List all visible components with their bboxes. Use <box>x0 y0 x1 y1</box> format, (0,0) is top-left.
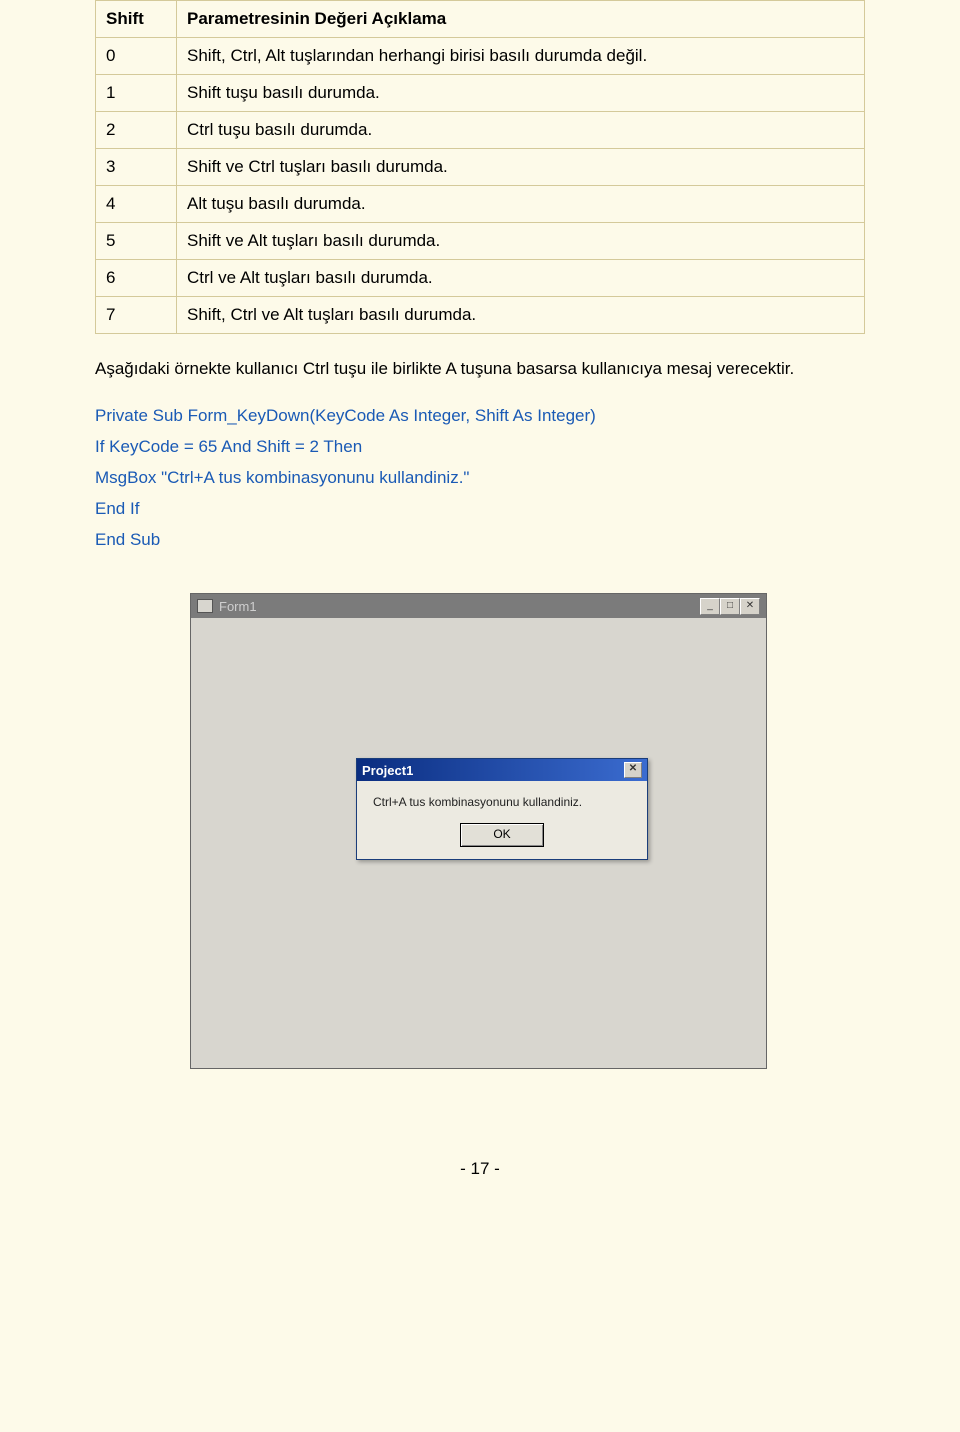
cell-value: 6 <box>96 260 177 297</box>
minimize-button[interactable]: _ <box>700 598 720 615</box>
page-number: - 17 - <box>0 1139 960 1209</box>
cell-desc: Shift tuşu basılı durumda. <box>177 75 865 112</box>
cell-desc: Shift, Ctrl, Alt tuşlarından herhangi bi… <box>177 38 865 75</box>
form-icon <box>197 599 213 613</box>
form1-window: Form1 _ □ ✕ Project1 ✕ Ctrl+A tus kombin… <box>190 593 767 1069</box>
cell-desc: Alt tuşu basılı durumda. <box>177 186 865 223</box>
cell-desc: Shift ve Alt tuşları basılı durumda. <box>177 223 865 260</box>
cell-value: 3 <box>96 149 177 186</box>
code-line: MsgBox "Ctrl+A tus kombinasyonunu kullan… <box>95 464 865 491</box>
cell-desc: Shift, Ctrl ve Alt tuşları basılı durumd… <box>177 297 865 334</box>
cell-value: 4 <box>96 186 177 223</box>
messagebox-window: Project1 ✕ Ctrl+A tus kombinasyonunu kul… <box>356 758 648 860</box>
document-body: Shift Parametresinin Değeri Açıklama 0 S… <box>0 0 960 1139</box>
form1-titlebar[interactable]: Form1 _ □ ✕ <box>191 594 766 618</box>
cell-desc: Ctrl tuşu basılı durumda. <box>177 112 865 149</box>
code-line: End If <box>95 495 865 522</box>
messagebox-titlebar[interactable]: Project1 ✕ <box>357 759 647 781</box>
form1-title-text: Form1 <box>219 599 257 614</box>
shift-parameter-table: Shift Parametresinin Değeri Açıklama 0 S… <box>95 0 865 334</box>
th-shift: Shift <box>96 1 177 38</box>
table-row: 0 Shift, Ctrl, Alt tuşlarından herhangi … <box>96 38 865 75</box>
table-row: 2 Ctrl tuşu basılı durumda. <box>96 112 865 149</box>
cell-value: 0 <box>96 38 177 75</box>
table-row: 1 Shift tuşu basılı durumda. <box>96 75 865 112</box>
th-desc: Parametresinin Değeri Açıklama <box>177 1 865 38</box>
code-line: If KeyCode = 65 And Shift = 2 Then <box>95 433 865 460</box>
cell-value: 7 <box>96 297 177 334</box>
table-row: 7 Shift, Ctrl ve Alt tuşları basılı duru… <box>96 297 865 334</box>
messagebox-title-text: Project1 <box>362 763 413 778</box>
paragraph-text: Aşağıdaki örnekte kullanıcı Ctrl tuşu il… <box>95 356 865 382</box>
code-line: Private Sub Form_KeyDown(KeyCode As Inte… <box>95 402 865 429</box>
maximize-button[interactable]: □ <box>720 598 740 615</box>
ok-button[interactable]: OK <box>460 823 544 847</box>
cell-desc: Shift ve Ctrl tuşları basılı durumda. <box>177 149 865 186</box>
table-row: 3 Shift ve Ctrl tuşları basılı durumda. <box>96 149 865 186</box>
messagebox-close-button[interactable]: ✕ <box>624 762 642 778</box>
table-row: 6 Ctrl ve Alt tuşları basılı durumda. <box>96 260 865 297</box>
table-row: 5 Shift ve Alt tuşları basılı durumda. <box>96 223 865 260</box>
cell-value: 2 <box>96 112 177 149</box>
code-line: End Sub <box>95 526 865 553</box>
cell-desc: Ctrl ve Alt tuşları basılı durumda. <box>177 260 865 297</box>
table-row: 4 Alt tuşu basılı durumda. <box>96 186 865 223</box>
messagebox-body: Ctrl+A tus kombinasyonunu kullandiniz. O… <box>357 781 647 859</box>
titlebar-left: Form1 <box>197 599 257 614</box>
code-block: Private Sub Form_KeyDown(KeyCode As Inte… <box>95 402 865 554</box>
form1-client-area: Project1 ✕ Ctrl+A tus kombinasyonunu kul… <box>191 618 766 1068</box>
window-controls: _ □ ✕ <box>700 598 760 615</box>
close-button[interactable]: ✕ <box>740 598 760 615</box>
cell-value: 5 <box>96 223 177 260</box>
messagebox-text: Ctrl+A tus kombinasyonunu kullandiniz. <box>369 795 635 809</box>
cell-value: 1 <box>96 75 177 112</box>
